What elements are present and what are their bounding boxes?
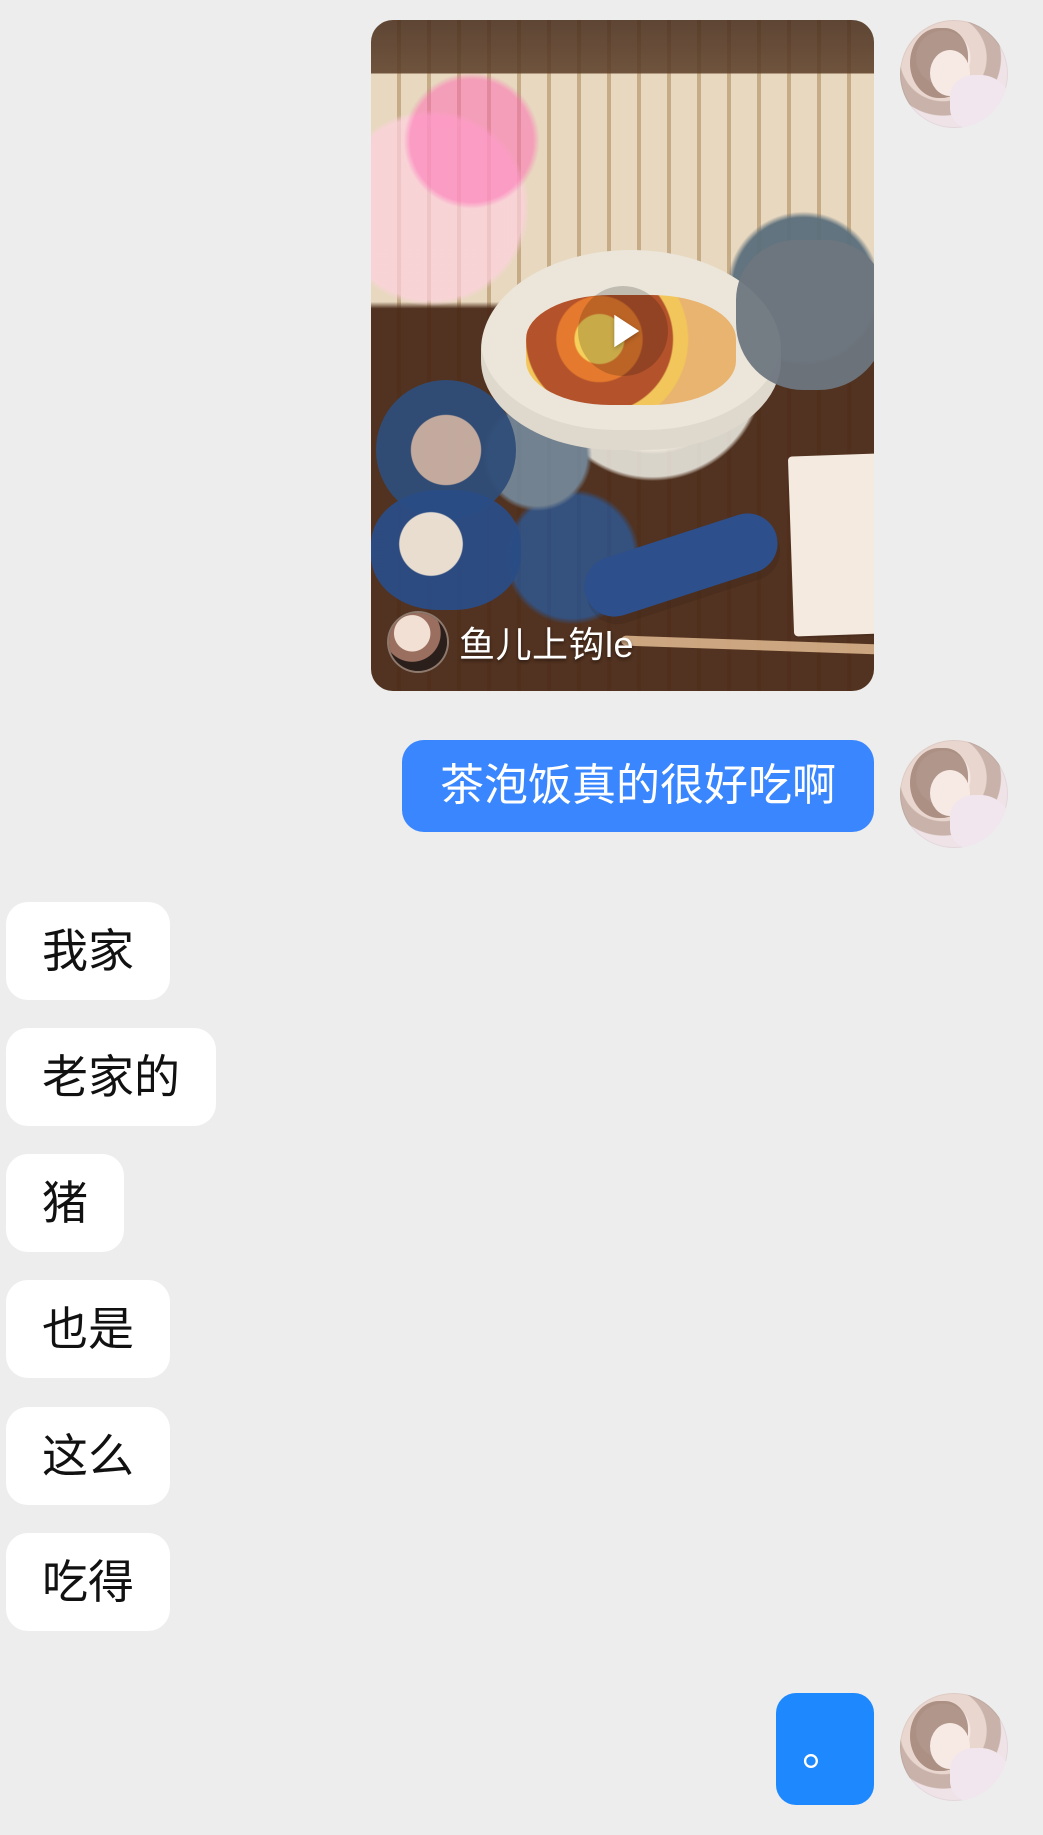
- self-avatar[interactable]: [900, 740, 1008, 848]
- thumbnail-menu-card: [787, 453, 874, 637]
- self-avatar[interactable]: [900, 1693, 1008, 1801]
- play-icon: [613, 314, 639, 347]
- incoming-message[interactable]: 这么: [6, 1407, 170, 1505]
- thumbnail-side-dish: [371, 490, 521, 610]
- avatar-sweater: [950, 1748, 1008, 1801]
- outgoing-message-text: 茶泡饭真的很好吃啊: [440, 761, 836, 810]
- outgoing-message[interactable]: 茶泡饭真的很好吃啊: [402, 740, 874, 833]
- incoming-message-text: 吃得: [42, 1556, 134, 1608]
- avatar-sweater: [950, 75, 1008, 128]
- shared-video-card[interactable]: 鱼儿上钩le: [371, 20, 874, 691]
- incoming-message[interactable]: 也是: [6, 1280, 170, 1378]
- incoming-message[interactable]: 我家: [6, 902, 170, 1000]
- author-name[interactable]: 鱼儿上钩le: [459, 616, 634, 668]
- incoming-message-text: 猪: [42, 1177, 88, 1229]
- incoming-message-text: 我家: [42, 925, 134, 977]
- incoming-message-text: 这么: [42, 1430, 134, 1482]
- video-author[interactable]: 鱼儿上钩le: [389, 613, 634, 671]
- avatar-sweater: [950, 795, 1008, 848]
- incoming-message[interactable]: 吃得: [6, 1533, 170, 1631]
- outgoing-message-text: 。: [802, 1723, 848, 1775]
- self-avatar[interactable]: [900, 20, 1008, 128]
- thumbnail-teapot: [736, 240, 874, 390]
- incoming-message[interactable]: 猪: [6, 1154, 124, 1252]
- play-button[interactable]: [577, 285, 668, 376]
- incoming-message-text: 老家的: [42, 1051, 180, 1103]
- incoming-message-text: 也是: [42, 1303, 134, 1355]
- incoming-message[interactable]: 老家的: [6, 1028, 216, 1126]
- author-avatar[interactable]: [389, 613, 447, 671]
- outgoing-message-short[interactable]: 。: [776, 1693, 874, 1805]
- chat-thread: 鱼儿上钩le 茶泡饭真的很好吃啊 我家 老家的 猪 也是 这么 吃得 。: [0, 0, 1043, 1835]
